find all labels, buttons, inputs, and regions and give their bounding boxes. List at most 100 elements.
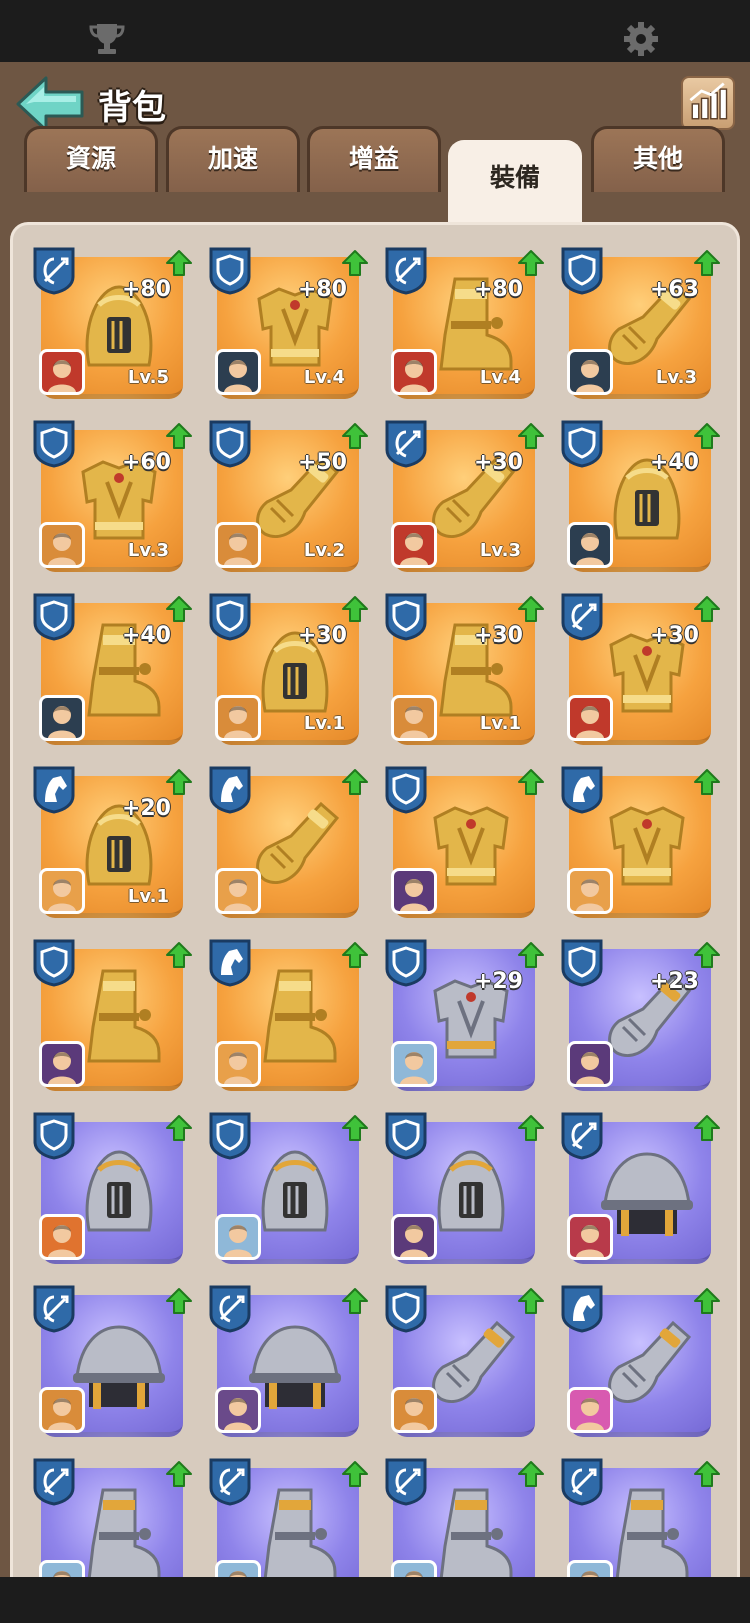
equipment-item[interactable]: +30 Lv.3 bbox=[383, 418, 551, 578]
equipment-item[interactable]: +80 Lv.5 bbox=[31, 245, 199, 405]
equipment-item[interactable]: +30 bbox=[559, 591, 727, 751]
hero-portrait-icon bbox=[48, 879, 76, 911]
hero-avatar bbox=[39, 349, 85, 395]
equipment-item[interactable]: +20 Lv.1 bbox=[31, 764, 199, 924]
equipment-item[interactable] bbox=[383, 1283, 551, 1443]
equipment-item[interactable] bbox=[31, 1110, 199, 1270]
equipment-item[interactable] bbox=[207, 1456, 375, 1577]
hero-portrait-icon bbox=[400, 1052, 428, 1084]
archer-type-icon bbox=[561, 1458, 603, 1506]
hero-portrait-icon bbox=[224, 1398, 252, 1430]
hero-avatar bbox=[567, 1214, 613, 1260]
infantry-type-icon bbox=[209, 1112, 251, 1160]
hero-portrait-icon bbox=[400, 879, 428, 911]
bonus-value: +30 bbox=[473, 450, 523, 475]
equipment-item[interactable] bbox=[31, 937, 199, 1097]
infantry-type-icon bbox=[385, 593, 427, 641]
stats-button[interactable] bbox=[681, 76, 735, 130]
hero-avatar bbox=[215, 1214, 261, 1260]
bonus-value: +63 bbox=[649, 277, 699, 302]
bonus-value: +30 bbox=[649, 623, 699, 648]
equipment-item[interactable]: +40 bbox=[31, 591, 199, 751]
hero-avatar bbox=[39, 695, 85, 741]
trophy-icon[interactable] bbox=[88, 22, 126, 56]
cavalry-type-icon bbox=[209, 766, 251, 814]
bonus-value: +40 bbox=[121, 623, 171, 648]
equipment-item[interactable]: +60 Lv.3 bbox=[31, 418, 199, 578]
hero-portrait-icon bbox=[576, 360, 604, 392]
page-title: 背包 bbox=[98, 88, 166, 128]
equipment-item[interactable]: +23 bbox=[559, 937, 727, 1097]
tab-boosts[interactable]: 增益 bbox=[307, 126, 441, 192]
equipment-item[interactable] bbox=[383, 764, 551, 924]
upgrade-arrow-icon bbox=[518, 250, 544, 276]
equipment-item[interactable] bbox=[559, 764, 727, 924]
equipment-item[interactable] bbox=[383, 1456, 551, 1577]
equipment-item[interactable]: +50 Lv.2 bbox=[207, 418, 375, 578]
hero-portrait-icon bbox=[224, 533, 252, 565]
hero-portrait-icon bbox=[48, 1052, 76, 1084]
hero-portrait-icon bbox=[48, 533, 76, 565]
equipment-item[interactable] bbox=[31, 1283, 199, 1443]
hero-portrait-icon bbox=[400, 1225, 428, 1257]
archer-type-icon bbox=[33, 1458, 75, 1506]
equipment-item[interactable]: +30 Lv.1 bbox=[383, 591, 551, 751]
equipment-item[interactable] bbox=[559, 1110, 727, 1270]
hero-portrait-icon bbox=[224, 360, 252, 392]
hero-avatar bbox=[567, 1560, 613, 1577]
equipment-item[interactable] bbox=[207, 1283, 375, 1443]
hero-avatar bbox=[39, 1387, 85, 1433]
hero-avatar bbox=[39, 522, 85, 568]
upgrade-arrow-icon bbox=[166, 250, 192, 276]
equipment-item[interactable] bbox=[31, 1456, 199, 1577]
upgrade-arrow-icon bbox=[694, 250, 720, 276]
infantry-type-icon bbox=[385, 1285, 427, 1333]
gear-icon[interactable] bbox=[622, 20, 660, 58]
item-level: Lv.3 bbox=[479, 540, 521, 561]
equipment-item[interactable]: +80 Lv.4 bbox=[207, 245, 375, 405]
tab-equipment[interactable]: 裝備 bbox=[448, 140, 582, 222]
back-arrow-icon[interactable] bbox=[14, 74, 86, 134]
hero-portrait-icon bbox=[48, 706, 76, 738]
equipment-item[interactable] bbox=[559, 1283, 727, 1443]
bonus-value: +40 bbox=[649, 450, 699, 475]
tab-speedups[interactable]: 加速 bbox=[166, 126, 300, 192]
infantry-type-icon bbox=[561, 939, 603, 987]
hero-portrait-icon bbox=[576, 533, 604, 565]
hero-avatar bbox=[391, 1214, 437, 1260]
upgrade-arrow-icon bbox=[342, 942, 368, 968]
equipment-item[interactable] bbox=[559, 1456, 727, 1577]
upgrade-arrow-icon bbox=[518, 942, 544, 968]
cavalry-type-icon bbox=[561, 766, 603, 814]
archer-type-icon bbox=[33, 247, 75, 295]
infantry-type-icon bbox=[33, 420, 75, 468]
infantry-type-icon bbox=[385, 766, 427, 814]
upgrade-arrow-icon bbox=[518, 423, 544, 449]
equipment-item[interactable] bbox=[207, 1110, 375, 1270]
item-level: Lv.1 bbox=[127, 886, 169, 907]
upgrade-arrow-icon bbox=[518, 1115, 544, 1141]
item-level: Lv.4 bbox=[479, 367, 521, 388]
upgrade-arrow-icon bbox=[694, 423, 720, 449]
top-bar bbox=[0, 0, 750, 62]
equipment-item[interactable]: +80 Lv.4 bbox=[383, 245, 551, 405]
hero-avatar bbox=[391, 1560, 437, 1577]
equipment-item[interactable] bbox=[383, 1110, 551, 1270]
upgrade-arrow-icon bbox=[342, 769, 368, 795]
equipment-item[interactable]: +30 Lv.1 bbox=[207, 591, 375, 751]
equipment-item[interactable]: +40 bbox=[559, 418, 727, 578]
hero-portrait-icon bbox=[48, 360, 76, 392]
archer-type-icon bbox=[209, 1458, 251, 1506]
tab-other[interactable]: 其他 bbox=[591, 126, 725, 192]
equipment-item[interactable]: +29 bbox=[383, 937, 551, 1097]
item-level: Lv.3 bbox=[655, 367, 697, 388]
hero-avatar bbox=[391, 1041, 437, 1087]
equipment-item[interactable] bbox=[207, 764, 375, 924]
archer-type-icon bbox=[33, 1285, 75, 1333]
upgrade-arrow-icon bbox=[166, 596, 192, 622]
equipment-item[interactable]: +63 Lv.3 bbox=[559, 245, 727, 405]
bonus-value: +29 bbox=[473, 969, 523, 994]
upgrade-arrow-icon bbox=[342, 1288, 368, 1314]
tab-resources[interactable]: 資源 bbox=[24, 126, 158, 192]
equipment-item[interactable] bbox=[207, 937, 375, 1097]
